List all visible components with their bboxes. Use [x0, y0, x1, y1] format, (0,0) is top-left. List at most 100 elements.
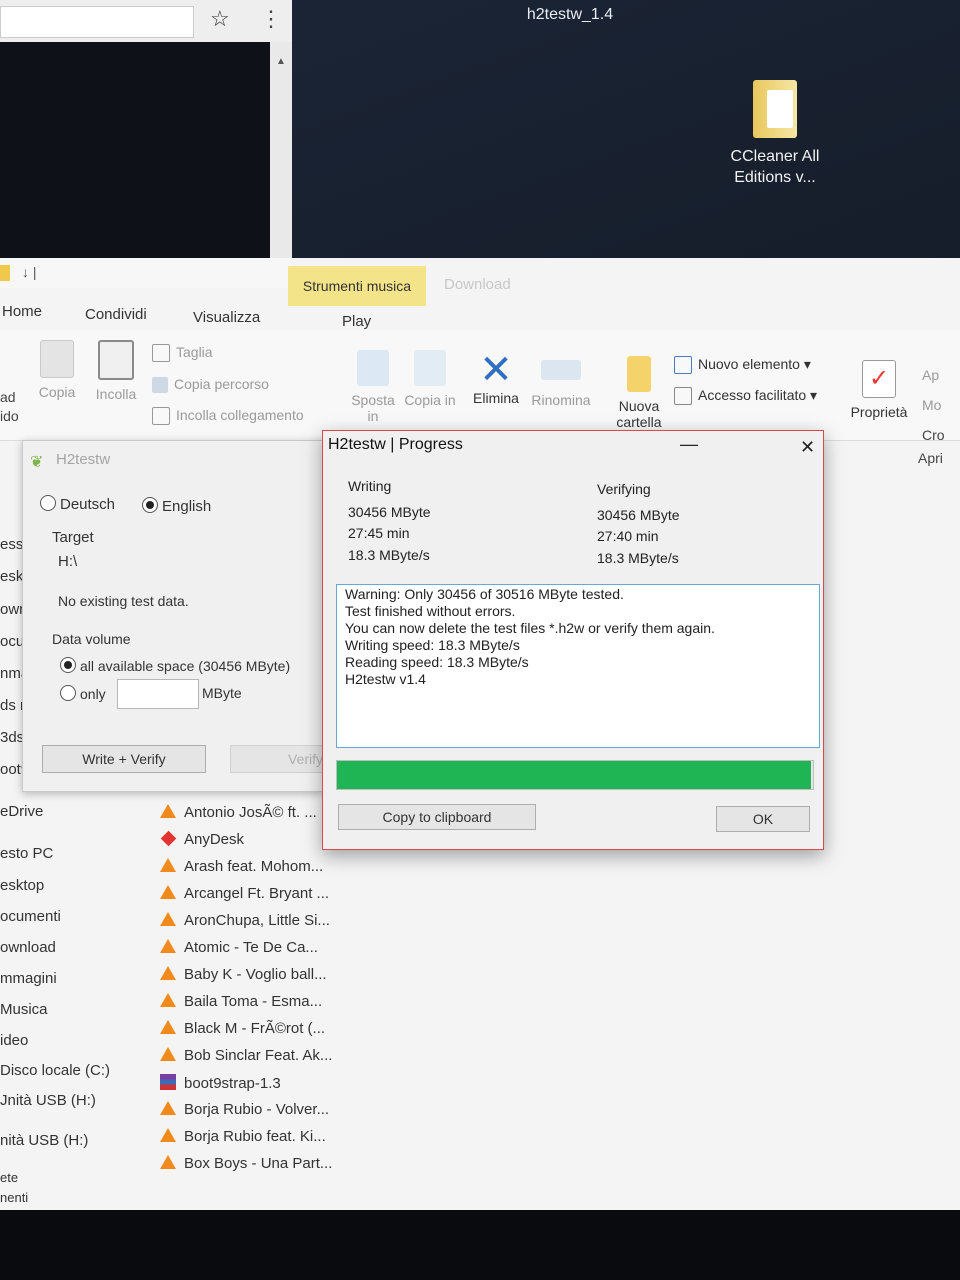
list-item-label: Baila Toma - Esma...	[184, 993, 323, 1010]
desktop-window-title: h2testw_1.4	[526, 6, 614, 23]
folder-icon	[0, 265, 10, 281]
nav-item[interactable]: ocu	[0, 633, 24, 650]
rename-icon	[541, 360, 581, 380]
list-item[interactable]: Arash feat. Mohom...	[160, 858, 323, 875]
nav-item[interactable]: Disco locale (C:)	[0, 1062, 110, 1079]
copy-button[interactable]: Copia	[32, 340, 82, 400]
write-verify-button[interactable]: Write + Verify	[42, 745, 206, 773]
delete-button[interactable]: ✕ Elimina	[468, 350, 524, 406]
list-item-label: Borja Rubio - Volver...	[184, 1101, 330, 1118]
lang-deutsch-option[interactable]: Deutsch	[40, 495, 115, 513]
nav-item[interactable]: Musica	[0, 1001, 48, 1018]
bookmark-star-icon[interactable]: ☆	[210, 6, 230, 32]
only-option[interactable]: only	[60, 685, 106, 702]
nav-item[interactable]: ocumenti	[0, 908, 61, 925]
nav-item[interactable]: esktop	[0, 877, 44, 894]
list-item[interactable]: AnyDesk	[160, 830, 244, 848]
move-to-label: Sposta in	[351, 392, 395, 424]
nav-item[interactable]: eDrive	[0, 803, 43, 820]
browser-menu-icon[interactable]: ⋮	[260, 6, 282, 32]
writing-column: Writing 30456 MByte 27:45 min 18.3 MByte…	[348, 476, 431, 566]
list-item[interactable]: Bob Sinclar Feat. Ak...	[160, 1047, 332, 1064]
mbyte-unit-label: MByte	[202, 685, 242, 701]
nav-item[interactable]: ess	[0, 536, 23, 553]
list-item[interactable]: Borja Rubio - Volver...	[160, 1101, 329, 1118]
open-button[interactable]: Apri	[918, 450, 943, 466]
nav-item[interactable]: ete	[0, 1170, 18, 1185]
list-item[interactable]: Box Boys - Una Part...	[160, 1155, 332, 1172]
address-bar[interactable]	[0, 6, 194, 38]
nav-item[interactable]: Jnità USB (H:)	[0, 1092, 96, 1109]
list-item-label: Baby K - Voglio ball...	[184, 966, 327, 983]
list-item[interactable]: Baby K - Voglio ball...	[160, 966, 327, 983]
nav-item[interactable]: nenti	[0, 1190, 28, 1205]
list-item[interactable]: Atomic - Te De Ca...	[160, 939, 318, 956]
properties-check-icon: ✓	[862, 360, 896, 398]
paste-link-button[interactable]: Incolla collegamento	[152, 407, 304, 426]
target-value[interactable]: H:\	[58, 553, 77, 570]
move-to-button[interactable]: Sposta in	[345, 350, 401, 424]
new-folder-button[interactable]: Nuova cartella	[610, 356, 668, 430]
nav-item[interactable]: ownload	[0, 939, 56, 956]
browser-scrollbar[interactable]: ▲	[270, 42, 292, 260]
ok-button[interactable]: OK	[716, 806, 810, 832]
list-item[interactable]: boot9strap-1.3	[160, 1074, 281, 1092]
all-space-option[interactable]: all available space (30456 MByte)	[60, 657, 290, 674]
list-item[interactable]: AronChupa, Little Si...	[160, 912, 330, 929]
qat-dropdown[interactable]: ↓ |	[22, 264, 37, 280]
minimize-icon[interactable]: —	[680, 434, 698, 455]
copy-icon	[40, 340, 74, 378]
easy-access-button[interactable]: Accesso facilitato ▾	[674, 387, 817, 406]
list-item[interactable]: Black M - FrÃ©rot (...	[160, 1020, 325, 1037]
radio-only[interactable]	[60, 685, 76, 701]
folder-icon	[753, 80, 797, 138]
properties-button[interactable]: ✓ Proprietà	[846, 360, 912, 420]
tab-view[interactable]: Visualizza	[193, 309, 260, 326]
log-line: Warning: Only 30456 of 30516 MByte teste…	[345, 586, 624, 602]
radio-english[interactable]	[142, 497, 158, 513]
paste-button[interactable]: Incolla	[90, 340, 142, 402]
copy-to-clipboard-button[interactable]: Copy to clipboard	[338, 804, 536, 830]
result-log-textarea[interactable]: Warning: Only 30456 of 30516 MByte teste…	[336, 584, 820, 748]
desktop-shortcut-ccleaner[interactable]: CCleaner All Editions v...	[720, 80, 830, 188]
list-item[interactable]: Borja Rubio feat. Ki...	[160, 1128, 326, 1145]
nav-item[interactable]: esto PC	[0, 845, 53, 862]
tab-music-tools[interactable]: Strumenti musica	[288, 266, 426, 306]
cut-button[interactable]: Taglia	[152, 344, 213, 363]
all-space-label: all available space (30456 MByte)	[80, 658, 291, 674]
copy-to-button[interactable]: Copia in	[402, 350, 458, 408]
new-item-icon	[674, 356, 692, 375]
list-item[interactable]: Arcangel Ft. Bryant ...	[160, 885, 329, 902]
rename-button[interactable]: Rinomina	[526, 350, 596, 408]
data-volume-label: Data volume	[52, 631, 131, 647]
radio-deutsch[interactable]	[40, 495, 56, 511]
list-item-label: Antonio JosÃ© ft. ...	[184, 804, 317, 821]
tab-home[interactable]: Home	[2, 303, 42, 320]
vlc-media-icon	[160, 939, 176, 953]
lang-deutsch-label: Deutsch	[60, 496, 116, 513]
close-icon[interactable]: ✕	[800, 437, 815, 458]
nav-item[interactable]: ideo	[0, 1032, 28, 1049]
tab-share[interactable]: Condividi	[85, 306, 147, 323]
copy-path-button[interactable]: Copia percorso	[152, 376, 269, 394]
new-item-label: Nuovo elemento ▾	[698, 356, 811, 372]
verify-button[interactable]: Verify	[230, 745, 324, 773]
list-item[interactable]: Baila Toma - Esma...	[160, 993, 322, 1010]
lang-english-option[interactable]: English	[142, 497, 211, 515]
list-item[interactable]: Antonio JosÃ© ft. ...	[160, 804, 317, 821]
tab-download[interactable]: Download	[444, 276, 511, 293]
radio-all-space[interactable]	[60, 657, 76, 673]
nav-item[interactable]: nità USB (H:)	[0, 1132, 88, 1149]
vlc-media-icon	[160, 912, 176, 926]
anydesk-icon	[160, 830, 177, 847]
tab-play[interactable]: Play	[342, 313, 371, 330]
new-item-button[interactable]: Nuovo elemento ▾	[674, 356, 811, 375]
verifying-label: Verifying	[597, 481, 651, 497]
mbyte-input[interactable]	[117, 679, 199, 709]
nav-item[interactable]: mmagini	[0, 970, 57, 987]
scroll-up-icon[interactable]: ▲	[270, 56, 292, 67]
nav-item[interactable]: 3ds	[0, 729, 24, 746]
quick-access-toolbar	[0, 258, 290, 288]
target-label: Target	[52, 529, 94, 546]
list-item-label: Arcangel Ft. Bryant ...	[184, 885, 330, 902]
